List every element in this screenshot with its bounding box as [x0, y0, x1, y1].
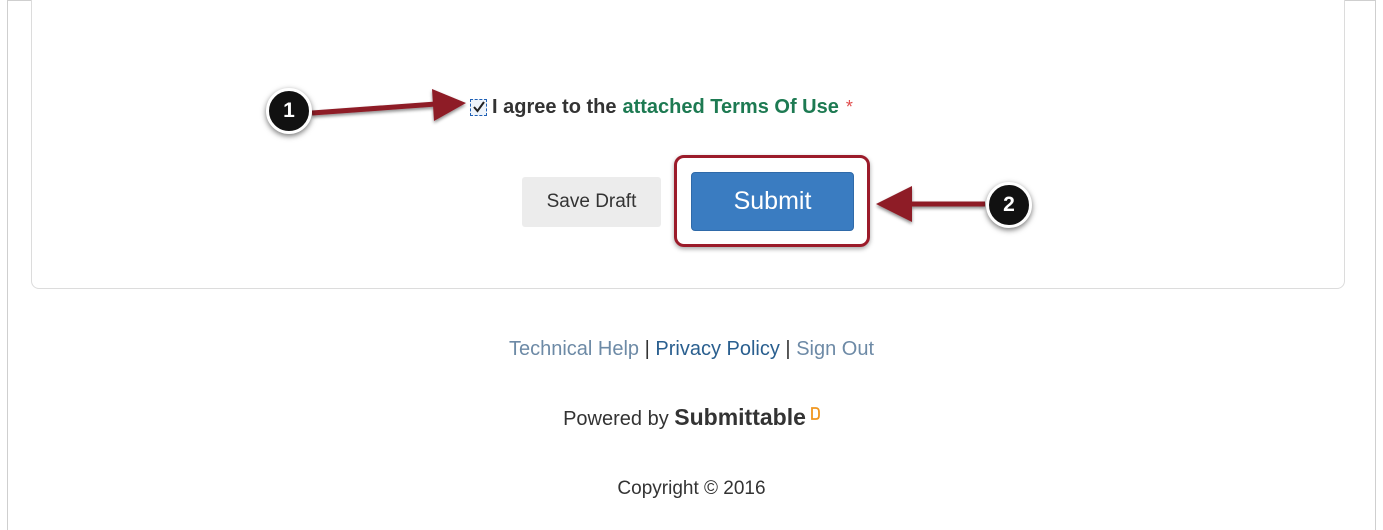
- terms-checkbox[interactable]: [470, 98, 487, 116]
- sign-out-link[interactable]: Sign Out: [796, 338, 874, 360]
- brand-name: Submittable: [674, 404, 806, 430]
- submit-button[interactable]: Submit: [691, 172, 854, 231]
- checkmark-icon: [473, 100, 485, 113]
- terms-agreement-row: I agree to the attached Terms Of Use *: [470, 94, 853, 120]
- footer-separator: |: [644, 338, 650, 360]
- submittable-logo-icon: [810, 404, 820, 427]
- agree-text: I agree to the: [492, 95, 617, 118]
- required-marker: *: [845, 96, 853, 117]
- copyright-text: Copyright © 2016: [617, 478, 766, 499]
- privacy-policy-link[interactable]: Privacy Policy: [655, 338, 779, 360]
- step-2-callout: 2: [986, 182, 1032, 228]
- powered-by: Powered by Submittable: [0, 404, 1383, 431]
- step-1-callout: 1: [266, 88, 312, 134]
- save-draft-button[interactable]: Save Draft: [522, 177, 661, 227]
- terms-of-use-link[interactable]: attached Terms Of Use: [622, 96, 838, 119]
- footer-links: Technical Help | Privacy Policy | Sign O…: [0, 338, 1383, 361]
- powered-by-text: Powered by: [563, 408, 669, 430]
- technical-help-link[interactable]: Technical Help: [509, 338, 639, 360]
- footer-separator: |: [785, 338, 791, 360]
